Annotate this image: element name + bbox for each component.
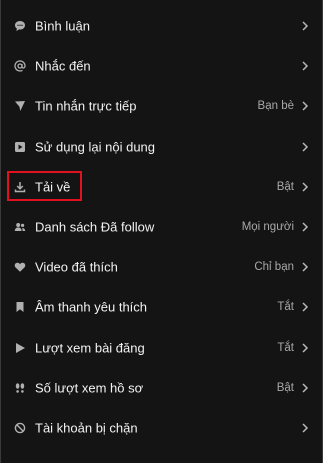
setting-row-favorite-sounds[interactable]: Âm thanh yêu thích Tắt — [1, 287, 322, 327]
setting-row-profile-views[interactable]: Số lượt xem hồ sơ Bật — [1, 368, 322, 408]
setting-label: Tài khoản bị chặn — [35, 420, 138, 436]
setting-value: Tắt — [277, 341, 294, 354]
chevron-right-icon — [301, 423, 309, 433]
setting-label: Nhắc đến — [35, 58, 91, 74]
setting-label: Danh sách Đã follow — [35, 219, 155, 235]
play-icon — [14, 342, 26, 354]
setting-label: Video đã thích — [35, 259, 118, 275]
setting-label: Lượt xem bài đăng — [35, 340, 145, 356]
at-sign-icon — [14, 60, 26, 72]
people-icon — [14, 221, 26, 233]
chevron-right-icon — [301, 383, 309, 393]
setting-row-following-list[interactable]: Danh sách Đã follow Mọi người — [1, 207, 322, 247]
privacy-settings-panel: Bình luận Nhắc đến Tin nhắn trực tiếp Bạ… — [0, 0, 323, 463]
send-icon — [14, 100, 26, 112]
chevron-right-icon — [301, 142, 309, 152]
setting-row-liked-videos[interactable]: Video đã thích Chỉ bạn — [1, 247, 322, 287]
setting-label: Âm thanh yêu thích — [35, 299, 148, 315]
chevron-right-icon — [301, 343, 309, 353]
setting-label: Số lượt xem hồ sơ — [35, 380, 144, 396]
chevron-right-icon — [301, 182, 309, 192]
setting-row-blocked-accounts[interactable]: Tài khoản bị chặn — [1, 408, 322, 448]
setting-value: Tắt — [277, 301, 294, 314]
setting-row-post-views[interactable]: Lượt xem bài đăng Tắt — [1, 328, 322, 368]
block-icon — [14, 422, 26, 434]
chevron-right-icon — [301, 222, 309, 232]
download-icon — [14, 181, 26, 193]
comment-icon — [14, 20, 26, 32]
setting-row-comments[interactable]: Bình luận — [1, 6, 322, 46]
setting-row-direct-messages[interactable]: Tin nhắn trực tiếp Bạn bè — [1, 86, 322, 126]
setting-label: Bình luận — [35, 18, 90, 34]
setting-value: Bật — [276, 381, 294, 394]
chevron-right-icon — [301, 101, 309, 111]
footprints-icon — [14, 382, 26, 394]
heart-icon — [14, 261, 26, 273]
setting-value: Bạn bè — [257, 100, 294, 113]
setting-label: Sử dụng lại nội dung — [35, 139, 156, 155]
chevron-right-icon — [301, 61, 309, 71]
setting-value: Mọi người — [241, 221, 294, 234]
setting-label: Tin nhắn trực tiếp — [35, 98, 137, 114]
setting-row-reuse-content[interactable]: Sử dụng lại nội dung — [1, 127, 322, 167]
setting-row-mentions[interactable]: Nhắc đến — [1, 46, 322, 86]
settings-list: Bình luận Nhắc đến Tin nhắn trực tiếp Bạ… — [1, 6, 322, 448]
setting-value: Chỉ bạn — [254, 261, 294, 274]
reuse-icon — [14, 141, 26, 153]
setting-label: Tải về — [35, 179, 71, 195]
chevron-right-icon — [301, 262, 309, 272]
bookmark-icon — [14, 301, 26, 313]
setting-value: Bật — [276, 180, 294, 193]
chevron-right-icon — [301, 302, 309, 312]
setting-row-downloads[interactable]: Tải về Bật — [1, 167, 322, 207]
chevron-right-icon — [301, 21, 309, 31]
